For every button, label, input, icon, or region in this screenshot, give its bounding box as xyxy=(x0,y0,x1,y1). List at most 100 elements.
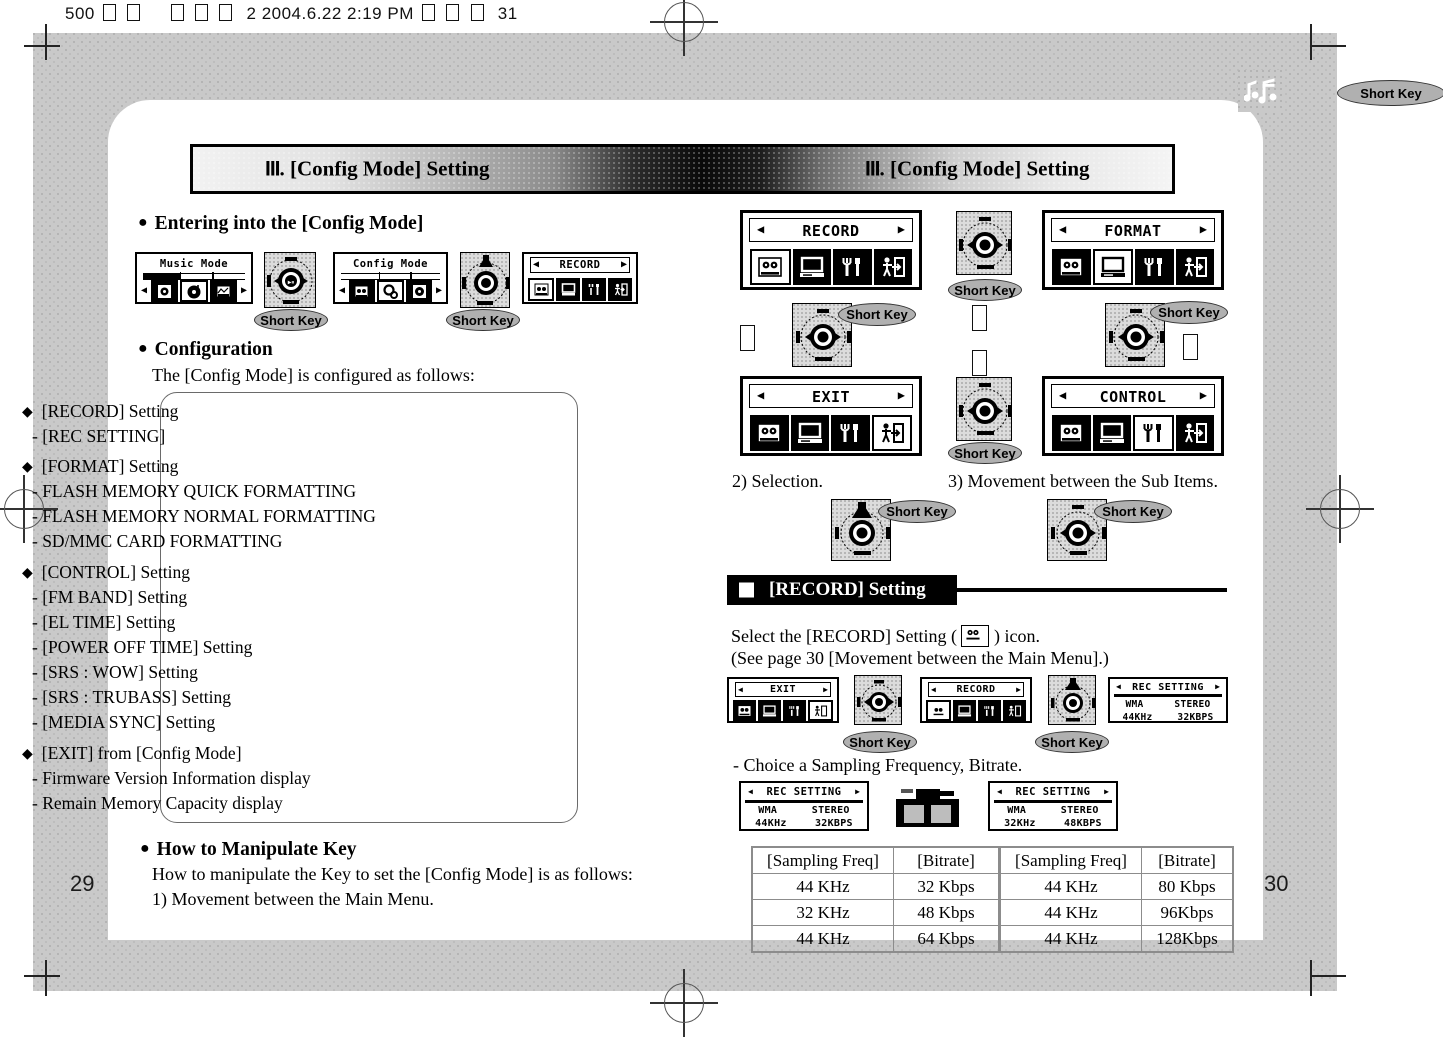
tofu-glyph xyxy=(127,4,141,21)
left-arrow-icon[interactable]: ◀ xyxy=(931,685,936,695)
cassette-icon[interactable] xyxy=(750,415,789,451)
short-key-badge-2[interactable]: Short Key xyxy=(446,309,520,331)
monitor-icon[interactable] xyxy=(556,278,580,301)
left-arrow-icon[interactable]: ◀ xyxy=(339,286,345,296)
cassette-icon[interactable] xyxy=(1052,415,1091,451)
right-arrow-icon[interactable]: ▶ xyxy=(621,260,627,270)
monitor-icon[interactable] xyxy=(758,700,781,721)
short-key-badge-rec-2[interactable]: Short Key xyxy=(1035,731,1109,753)
music-mode-screen[interactable]: Music Mode ◀ ▶ xyxy=(135,252,253,304)
exit-person-icon[interactable] xyxy=(873,249,912,285)
flow-arrow-placeholder xyxy=(972,350,987,376)
tools-icon[interactable] xyxy=(582,278,606,301)
short-key-badge-center-top[interactable]: Short Key xyxy=(948,279,1022,301)
right-arrow-icon[interactable]: ▶ xyxy=(1215,682,1220,692)
right-arrow-icon[interactable]: ▶ xyxy=(823,685,828,695)
tools-icon[interactable] xyxy=(831,415,870,451)
rec-setting-after-screen[interactable]: REC SETTING ◀ ▶ WMA STEREO 32KHz 48KBPS xyxy=(988,781,1118,831)
short-key-badge-1[interactable]: Short Key xyxy=(254,309,328,331)
record-screen-small[interactable]: RECORD ◀ ▶ xyxy=(920,677,1032,723)
exit-person-icon[interactable] xyxy=(608,278,632,301)
left-arrow-icon[interactable]: ◀ xyxy=(757,389,764,401)
exit-person-icon[interactable] xyxy=(1175,415,1214,451)
manipulate-key-intro: How to manipulate the Key to set the [Co… xyxy=(152,864,633,884)
tools-icon[interactable] xyxy=(833,249,872,285)
short-key-badge-step2[interactable]: Short Key xyxy=(878,500,956,523)
right-arrow-icon[interactable]: ▶ xyxy=(1016,685,1021,695)
left-arrow-icon[interactable]: ◀ xyxy=(997,787,1002,797)
record-menu-screen[interactable]: RECORD ◀ ▶ xyxy=(522,252,638,304)
exit-person-icon[interactable] xyxy=(871,415,912,451)
nav-wheel-1[interactable]: ▶⏸ xyxy=(264,252,316,308)
title-underline xyxy=(1114,694,1222,697)
monitor-icon[interactable] xyxy=(1092,249,1133,285)
left-arrow-icon[interactable]: ◀ xyxy=(1059,389,1066,401)
short-key-label: Short Key xyxy=(954,282,1016,298)
right-arrow-icon[interactable]: ▶ xyxy=(898,223,905,235)
table-cell: 128Kbps xyxy=(1141,925,1234,953)
config-group-head: ◆ [RECORD] Setting xyxy=(22,401,178,422)
exit-person-icon[interactable] xyxy=(1003,700,1026,721)
tools-icon[interactable] xyxy=(1133,415,1174,451)
radio-icon[interactable] xyxy=(151,280,178,302)
cassette-icon[interactable] xyxy=(1052,249,1091,285)
tools-icon[interactable] xyxy=(1135,249,1174,285)
right-arrow-icon[interactable]: ▶ xyxy=(436,286,442,296)
channel-value: STEREO xyxy=(1060,805,1099,816)
exit-person-icon[interactable] xyxy=(808,700,833,721)
right-arrow-icon[interactable]: ▶ xyxy=(898,389,905,401)
left-arrow-icon[interactable]: ◀ xyxy=(533,260,539,270)
cassette-icon[interactable] xyxy=(733,700,756,721)
left-arrow-icon[interactable]: ◀ xyxy=(141,286,147,296)
print-header-prefix: 500 xyxy=(65,4,95,23)
short-key-badge-right-mid[interactable]: Short Key xyxy=(1150,301,1228,324)
voice-rec-icon[interactable] xyxy=(210,280,238,302)
cassette-icon[interactable] xyxy=(926,700,951,721)
left-arrow-icon[interactable]: ◀ xyxy=(748,787,753,797)
monitor-icon[interactable] xyxy=(790,415,829,451)
monitor-icon[interactable] xyxy=(792,249,831,285)
nav-wheel-2[interactable] xyxy=(460,252,510,308)
left-arrow-icon[interactable]: ◀ xyxy=(1116,682,1121,692)
short-key-badge-rec-1[interactable]: Short Key xyxy=(843,731,917,753)
short-key-badge-top[interactable]: Short Key xyxy=(1337,80,1443,106)
exit-person-icon[interactable] xyxy=(1175,249,1214,285)
short-key-badge-left-mid[interactable]: Short Key xyxy=(838,303,916,326)
nav-wheel-center-bottom[interactable] xyxy=(956,377,1012,441)
left-arrow-icon[interactable]: ◀ xyxy=(757,223,764,235)
config-mode-screen[interactable]: Config Mode ◀ ▶ xyxy=(333,252,448,304)
short-key-badge-center-bottom[interactable]: Short Key xyxy=(948,442,1022,464)
gear-icon[interactable] xyxy=(376,280,405,302)
monitor-icon[interactable] xyxy=(1092,415,1131,451)
left-arrow-icon[interactable]: ◀ xyxy=(1059,223,1066,235)
format-screen[interactable]: FORMAT ◀ ▶ xyxy=(1042,210,1224,290)
short-key-badge-step3[interactable]: Short Key xyxy=(1094,500,1172,523)
record-screen[interactable]: RECORD ◀ ▶ xyxy=(740,210,922,290)
monitor-icon[interactable] xyxy=(953,700,976,721)
config-sub-item-text: [REC SETTING] xyxy=(42,426,166,446)
right-arrow-icon[interactable]: ▶ xyxy=(1104,787,1109,797)
rec-setting-before-screen[interactable]: REC SETTING ◀ ▶ WMA STEREO 44KHz 32KBPS xyxy=(739,781,869,831)
left-arrow-icon[interactable]: ◀ xyxy=(738,685,743,695)
music-disc-icon[interactable] xyxy=(179,280,209,302)
nav-wheel-3[interactable] xyxy=(854,675,902,725)
right-arrow-icon[interactable]: ▶ xyxy=(241,286,247,296)
tools-icon[interactable] xyxy=(978,700,1001,721)
format-screen-title: FORMAT xyxy=(1104,222,1162,240)
tools-icon[interactable] xyxy=(783,700,806,721)
right-arrow-icon[interactable]: ▶ xyxy=(855,787,860,797)
rec-setting-screen[interactable]: REC SETTING ◀ ▶ WMA STEREO 44KHz 32KBPS xyxy=(1108,677,1228,723)
right-arrow-icon[interactable]: ▶ xyxy=(1200,223,1207,235)
cassette-icon[interactable] xyxy=(528,278,554,301)
right-arrow-icon[interactable]: ▶ xyxy=(1200,389,1207,401)
exit-screen[interactable]: EXIT ◀ ▶ xyxy=(740,376,922,456)
config-sub-item-text: Remain Memory Capacity display xyxy=(42,793,283,813)
flow-arrow-placeholder xyxy=(740,325,755,351)
nav-wheel-4[interactable] xyxy=(1048,675,1096,725)
nav-wheel-center-top[interactable] xyxy=(956,211,1012,275)
cassette-icon[interactable] xyxy=(349,280,375,302)
cassette-icon[interactable] xyxy=(750,249,791,285)
control-screen[interactable]: CONTROL ◀ ▶ xyxy=(1042,376,1224,456)
exit-screen-small[interactable]: EXIT ◀ ▶ xyxy=(727,677,839,723)
settings-dial-icon[interactable] xyxy=(406,280,433,302)
